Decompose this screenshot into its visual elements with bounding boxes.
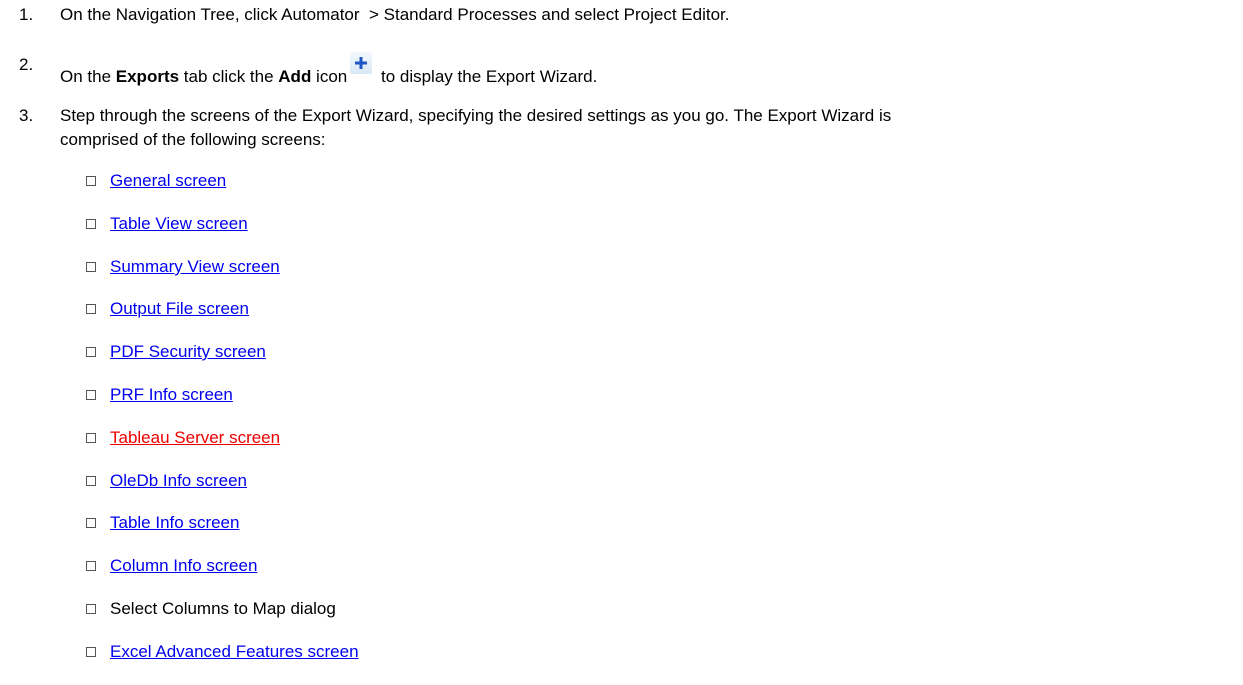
list-item: Table Info screen [0, 510, 700, 536]
step-text-part: icon [311, 67, 348, 86]
screen-link[interactable]: Table Info screen [110, 510, 239, 536]
screen-link[interactable]: PDF Security screen [110, 339, 266, 365]
step-text: On the Navigation Tree, click Automator … [60, 5, 730, 24]
checkbox-square-icon [86, 176, 96, 186]
list-item: Tableau Server screen [0, 425, 700, 451]
checkbox-square-icon [86, 647, 96, 657]
checkbox-square-icon [86, 304, 96, 314]
screen-link[interactable]: Tableau Server screen [110, 425, 280, 451]
screen-link[interactable]: General screen [110, 168, 226, 194]
screen-link[interactable]: Table View screen [110, 211, 248, 237]
checkbox-square-icon [86, 604, 96, 614]
checkbox-square-icon [86, 347, 96, 357]
screen-link[interactable]: Column Info screen [110, 553, 257, 579]
list-item: PDF Security screen [0, 339, 700, 365]
screen-label: Select Columns to Map dialog [110, 599, 336, 618]
checkbox-square-icon [86, 219, 96, 229]
checkbox-square-icon [86, 476, 96, 486]
checkbox-square-icon [86, 390, 96, 400]
list-item: Select Columns to Map dialog [0, 596, 700, 622]
step-number: 3. [19, 106, 34, 125]
step-number: 2. [19, 55, 34, 74]
step-number: 1. [19, 5, 34, 24]
list-item: Table View screen [0, 211, 700, 237]
exports-tab-label: Exports [115, 67, 180, 86]
screen-link[interactable]: OleDb Info screen [110, 468, 247, 494]
list-item: Column Info screen [0, 553, 700, 579]
list-item: General screen [0, 168, 700, 194]
step-text-part: to display the Export Wizard. [376, 67, 598, 86]
plus-icon [350, 52, 373, 74]
checkbox-square-icon [86, 262, 96, 272]
list-item: PRF Info screen [0, 382, 700, 408]
screen-link[interactable]: Output File screen [110, 296, 249, 322]
step-text: On the Exports tab click the Add icon to… [60, 52, 1233, 90]
step-text-part: On the [60, 67, 116, 86]
add-label: Add [278, 67, 312, 86]
step-text-line-1: Step through the screens of the Export W… [60, 106, 892, 125]
checkbox-square-icon [86, 561, 96, 571]
screen-link[interactable]: Excel Advanced Features screen [110, 639, 359, 665]
screen-link[interactable]: PRF Info screen [110, 382, 233, 408]
step-text-line-2: comprised of the following screens: [60, 130, 326, 149]
list-item: Excel Advanced Features screen [0, 639, 700, 665]
list-item: OleDb Info screen [0, 468, 700, 494]
list-item: Output File screen [0, 296, 700, 322]
step-text-part: tab click the [179, 67, 279, 86]
checkbox-square-icon [86, 518, 96, 528]
screen-link[interactable]: Summary View screen [110, 254, 280, 280]
checkbox-square-icon [86, 433, 96, 443]
list-item: Summary View screen [0, 254, 700, 280]
